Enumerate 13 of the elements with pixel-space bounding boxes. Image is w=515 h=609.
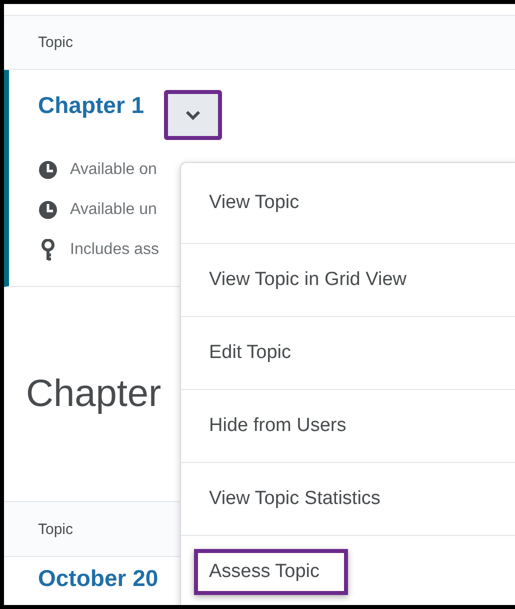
topic-title-link[interactable]: Chapter 1 (38, 92, 144, 119)
availability-text: Available on (70, 161, 157, 179)
clock-icon (38, 200, 58, 220)
availability-text: Includes ass (70, 241, 159, 259)
topic-title-link[interactable]: October 20 (38, 565, 158, 592)
chevron-down-icon (185, 110, 202, 120)
clock-icon (38, 160, 58, 180)
menu-item[interactable]: Assess Topic (194, 549, 348, 595)
dropdown-button[interactable] (164, 90, 222, 140)
column-heading: Topic (38, 520, 74, 538)
availability-text: Available un (70, 201, 157, 219)
section-heading: Chapter (26, 372, 162, 417)
column-heading: Topic (38, 34, 74, 51)
